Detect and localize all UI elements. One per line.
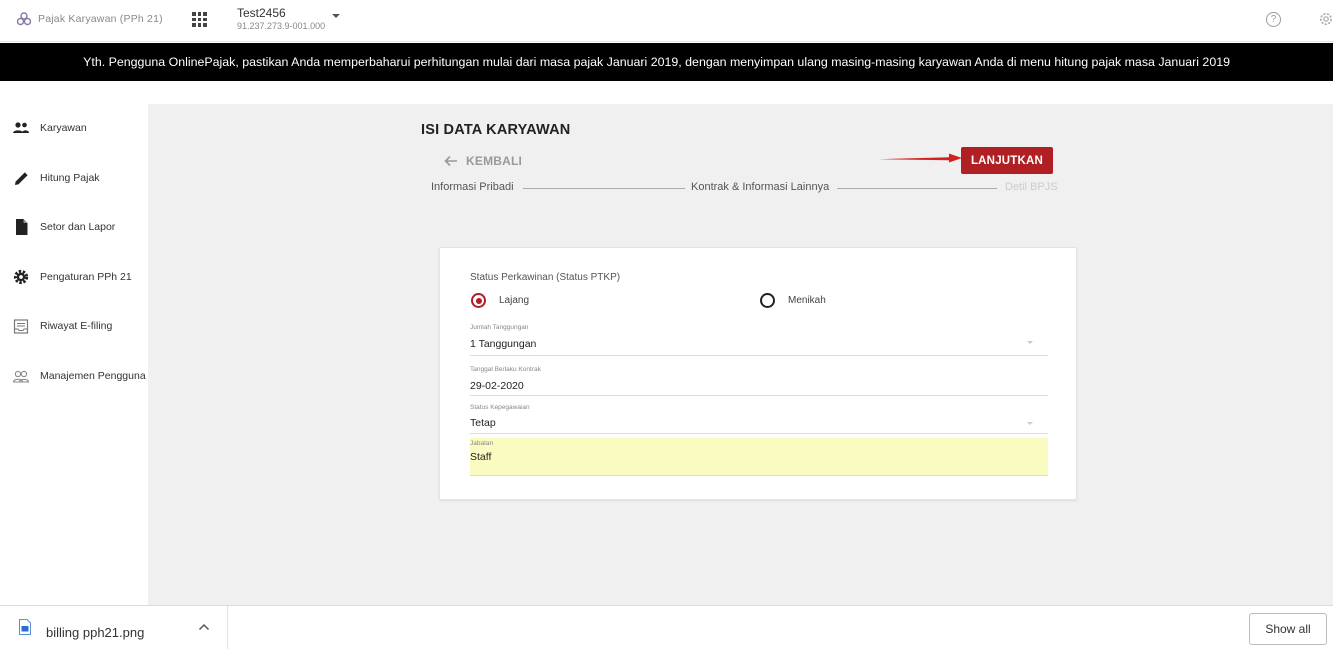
image-file-icon — [19, 619, 31, 635]
radio-lajang[interactable]: Lajang — [471, 293, 529, 308]
account-npwp: 91.237.273.9-001.000 — [237, 21, 326, 31]
inbox-icon — [12, 317, 30, 335]
radio-label: Lajang — [499, 295, 530, 306]
sidebar: Karyawan Hitung Pajak Setor dan Lapor Pe… — [0, 81, 148, 605]
sidebar-item-label: Pengaturan PPh 21 — [40, 271, 132, 283]
employment-status-select[interactable]: Status Kepegawaian Tetap — [470, 402, 1048, 434]
radio-menikah[interactable]: Menikah — [760, 293, 826, 308]
document-icon — [12, 218, 30, 236]
download-item[interactable]: billing pph21.png — [0, 606, 228, 649]
pencil-icon — [12, 169, 30, 187]
radio-unchecked-icon — [760, 293, 775, 308]
users-manage-icon — [12, 367, 30, 385]
contract-date-input[interactable]: Tanggal Berlaku Kontrak 29-02-2020 — [470, 364, 1048, 396]
notice-banner-text: Yth. Pengguna OnlinePajak, pastikan Anda… — [83, 55, 1230, 69]
sidebar-item-label: Manajemen Pengguna — [40, 370, 146, 382]
sidebar-item-manajemen[interactable]: Manajemen Pengguna — [0, 361, 148, 391]
people-icon — [12, 119, 30, 137]
show-all-button[interactable]: Show all — [1249, 613, 1327, 645]
chevron-up-icon[interactable] — [198, 623, 210, 631]
form-card: Status Perkawinan (Status PTKP) Lajang M… — [439, 247, 1077, 500]
download-file-name: billing pph21.png — [46, 625, 145, 640]
download-bar: billing pph21.png Show all — [0, 605, 1333, 649]
sidebar-item-hitung-pajak[interactable]: Hitung Pajak — [0, 163, 148, 193]
account-switcher[interactable]: Test2456 91.237.273.9-001.000 — [237, 6, 340, 31]
annotation-arrow-icon — [879, 153, 962, 163]
field-value: Tetap — [470, 417, 496, 429]
field-label: Status Kepegawaian — [470, 404, 530, 411]
brand-name: Pajak Karyawan (PPh 21) — [38, 13, 163, 25]
field-label: Jabatan — [470, 440, 494, 447]
brand[interactable]: Pajak Karyawan (PPh 21) — [16, 11, 163, 27]
dependents-select[interactable]: Jumlah Tanggungan 1 Tanggungan — [470, 321, 1048, 356]
sidebar-item-riwayat[interactable]: Riwayat E-filing — [0, 311, 148, 341]
sidebar-item-label: Setor dan Lapor — [40, 221, 116, 233]
gear-icon — [12, 268, 30, 286]
field-value: Staff — [470, 451, 492, 463]
field-value: 1 Tanggungan — [470, 338, 537, 350]
sidebar-item-setor-lapor[interactable]: Setor dan Lapor — [0, 212, 148, 242]
brand-logo-icon — [16, 12, 32, 26]
next-button[interactable]: LANJUTKAN — [961, 147, 1053, 174]
app-window: Pajak Karyawan (PPh 21) Test2456 91.237.… — [0, 0, 1333, 649]
radio-checked-icon — [471, 293, 486, 308]
stepper: Informasi Pribadi Kontrak & Informasi La… — [431, 181, 1061, 195]
step-kontrak[interactable]: Kontrak & Informasi Lainnya — [691, 181, 829, 193]
position-input[interactable]: Jabatan Staff — [470, 438, 1048, 476]
sidebar-item-pengaturan[interactable]: Pengaturan PPh 21 — [0, 262, 148, 292]
chevron-down-icon — [1027, 341, 1033, 344]
sidebar-item-label: Riwayat E-filing — [40, 320, 113, 332]
top-header: Pajak Karyawan (PPh 21) Test2456 91.237.… — [0, 0, 1333, 42]
account-name: Test2456 — [237, 6, 286, 20]
step-connector — [837, 188, 997, 189]
back-button[interactable]: KEMBALI — [444, 154, 522, 168]
help-icon[interactable]: ? — [1266, 12, 1281, 27]
page-title: ISI DATA KARYAWAN — [421, 122, 571, 138]
main-content: ISI DATA KARYAWAN KEMBALI LANJUTKAN Info… — [148, 104, 1333, 605]
notice-banner: Yth. Pengguna OnlinePajak, pastikan Anda… — [0, 43, 1333, 81]
apps-grid-icon[interactable] — [192, 12, 207, 27]
arrow-left-icon — [444, 155, 457, 167]
sidebar-item-label: Hitung Pajak — [40, 172, 100, 184]
step-informasi-pribadi[interactable]: Informasi Pribadi — [431, 181, 514, 193]
chevron-down-icon — [1027, 422, 1033, 425]
sidebar-item-karyawan[interactable]: Karyawan — [0, 113, 148, 143]
radio-label: Menikah — [788, 295, 826, 306]
step-detil-bpjs[interactable]: Detil BPJS — [1005, 181, 1058, 193]
back-label: KEMBALI — [466, 154, 523, 168]
field-value: 29-02-2020 — [470, 380, 524, 392]
caret-down-icon — [332, 14, 340, 18]
sidebar-item-label: Karyawan — [40, 122, 87, 134]
field-label: Jumlah Tanggungan — [470, 324, 529, 331]
field-label: Tanggal Berlaku Kontrak — [470, 366, 541, 373]
marital-status-title: Status Perkawinan (Status PTKP) — [470, 272, 621, 283]
settings-gear-icon[interactable] — [1318, 11, 1333, 27]
step-connector — [523, 188, 685, 189]
